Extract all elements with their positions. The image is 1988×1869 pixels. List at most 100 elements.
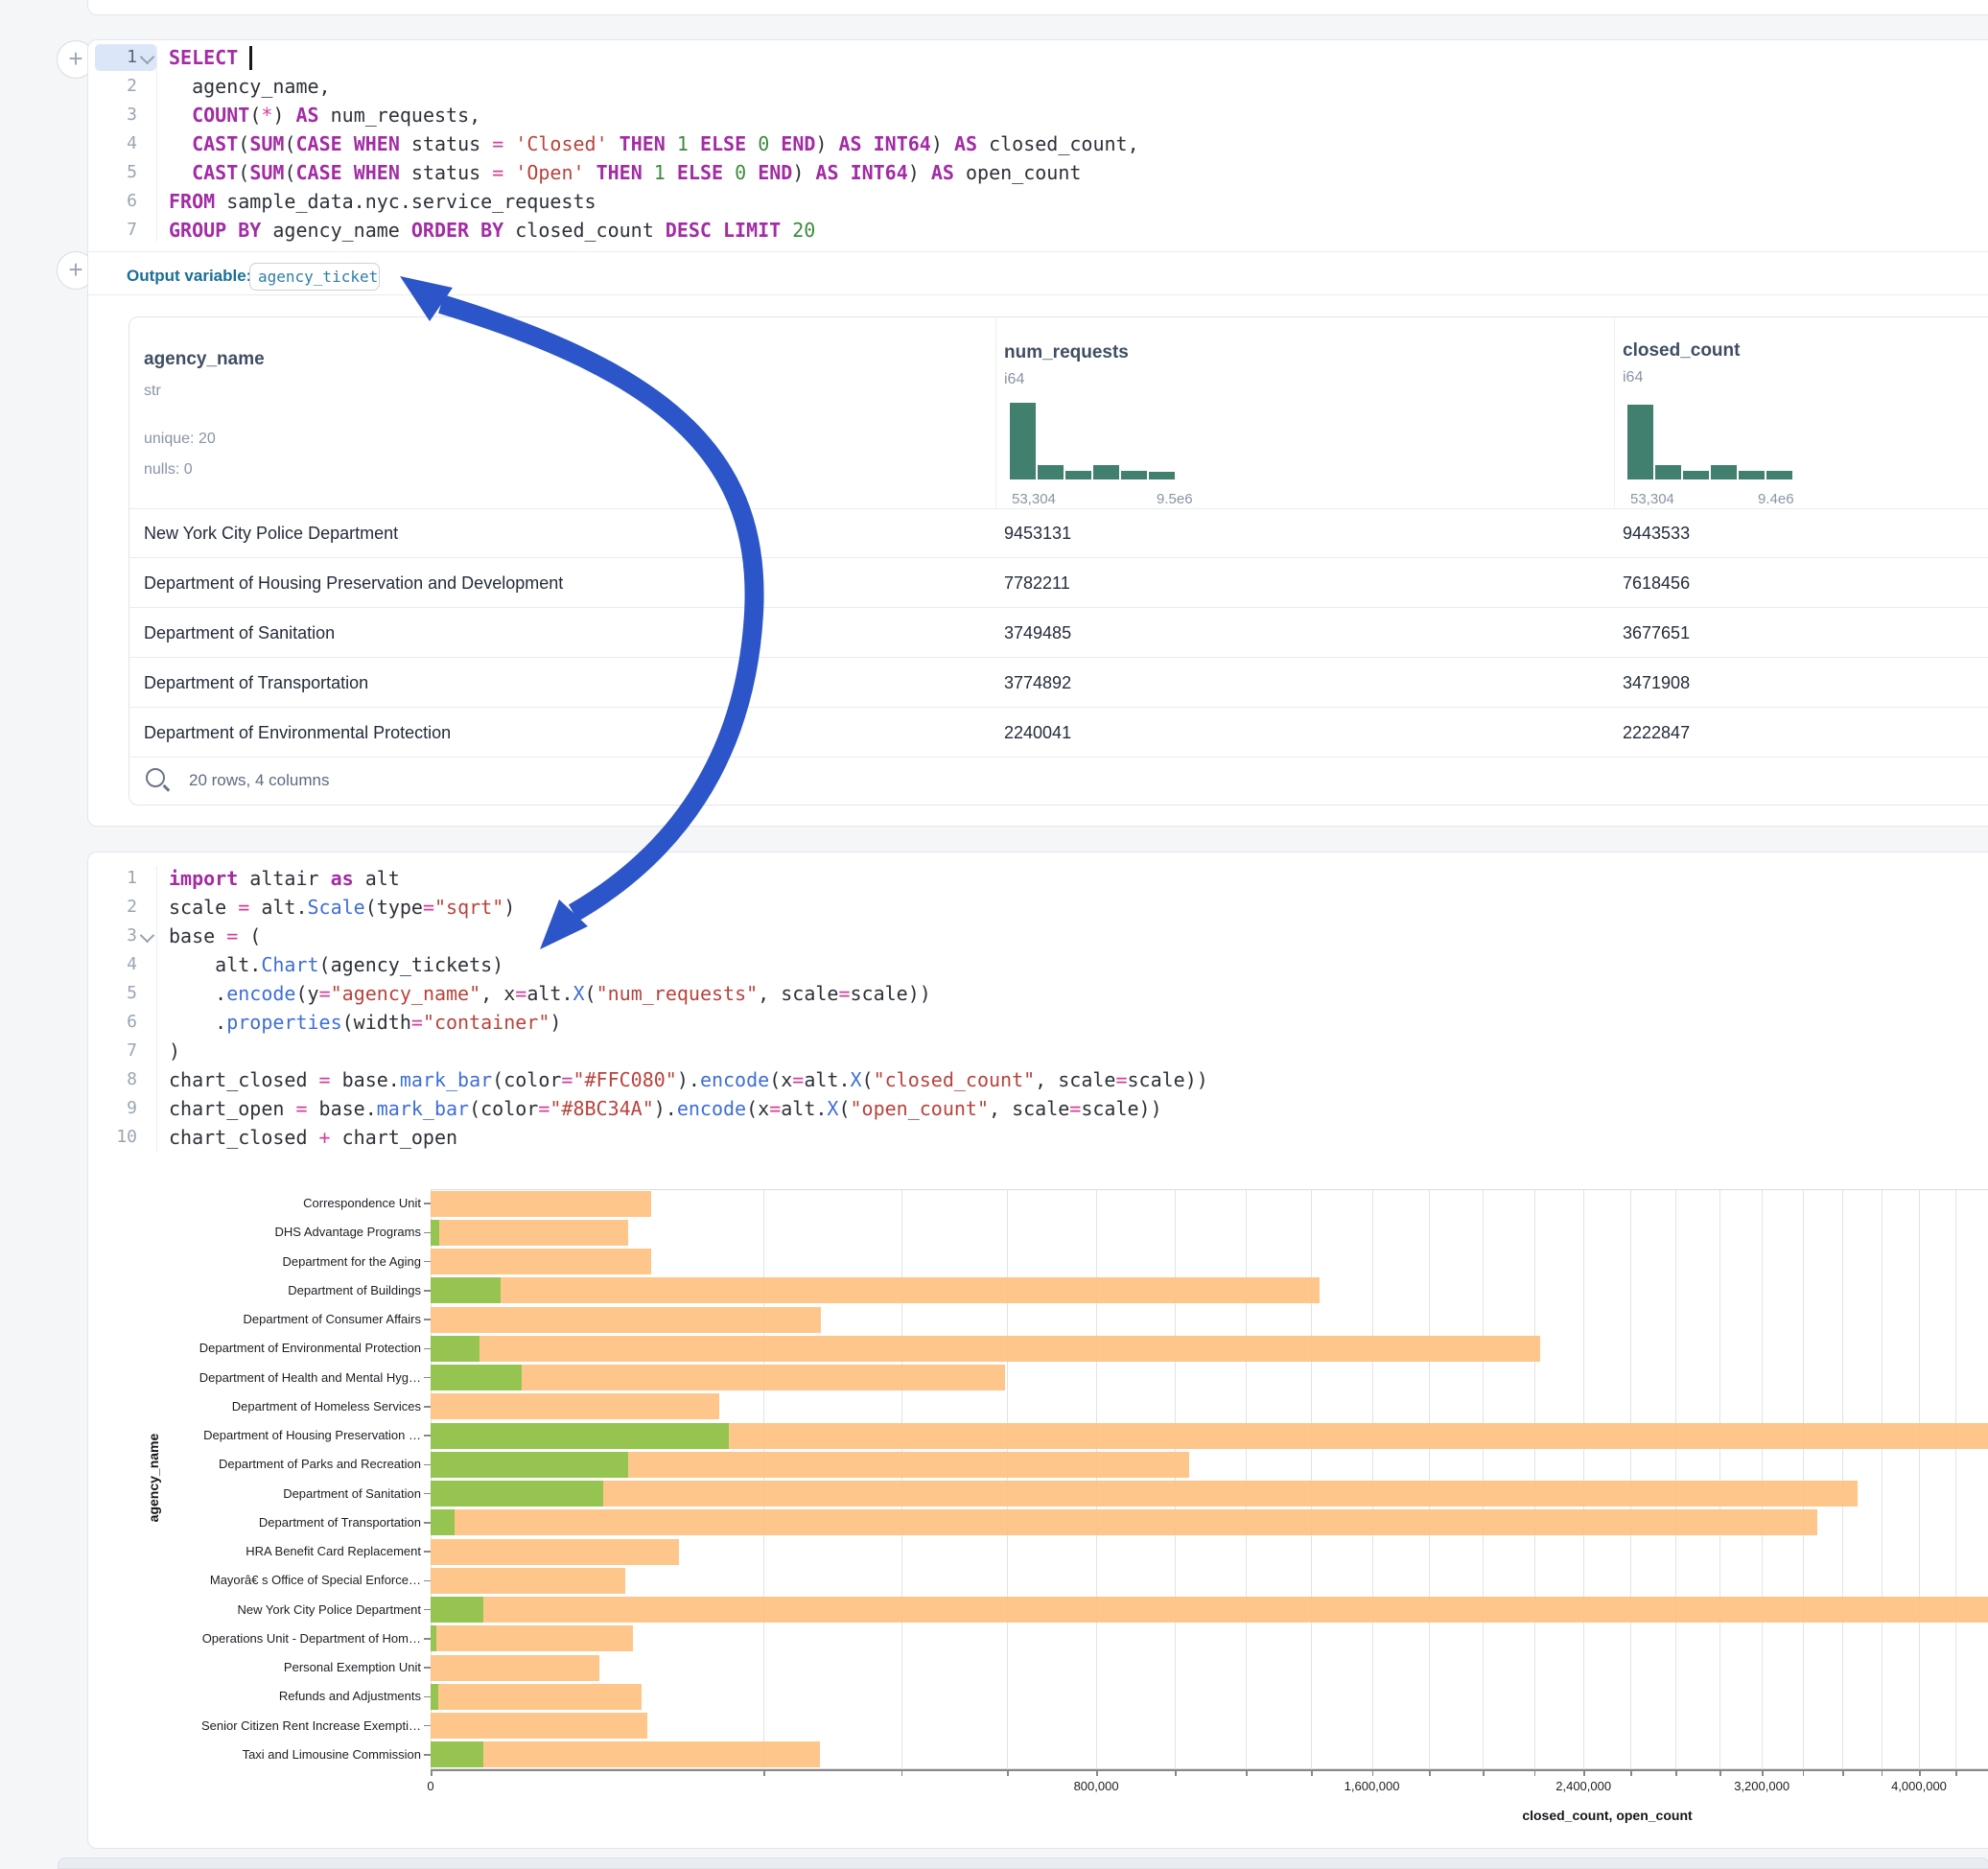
y-tick: [424, 1290, 431, 1292]
y-axis-label: HRA Benefit Card Replacement: [124, 1544, 421, 1558]
y-axis-label: Department of Parks and Recreation: [124, 1457, 421, 1471]
bar-closed_count: [431, 1277, 1320, 1303]
y-tick: [424, 1464, 431, 1466]
y-axis-label: Personal Exemption Unit: [124, 1660, 421, 1674]
plot-view-border: [431, 1189, 1988, 1769]
gridline: [1955, 1189, 1956, 1769]
bar-open_count: [431, 1365, 522, 1390]
bar-open_count: [431, 1741, 483, 1767]
bar-open_count: [431, 1220, 439, 1246]
y-tick: [424, 1435, 431, 1437]
y-axis-title: agency_name: [146, 1420, 161, 1535]
gridline: [1762, 1189, 1763, 1769]
gridline: [1803, 1189, 1804, 1769]
gridline: [1719, 1189, 1720, 1769]
y-axis-label: Department of Health and Mental Hyg…: [124, 1370, 421, 1385]
y-tick: [424, 1319, 431, 1320]
y-tick: [424, 1551, 431, 1553]
gridline: [1630, 1189, 1631, 1769]
y-axis-label: DHS Advantage Programs: [124, 1225, 421, 1239]
bar-closed_count: [431, 1393, 719, 1419]
bar-closed_count: [431, 1539, 679, 1565]
y-axis-label: Refunds and Adjustments: [124, 1689, 421, 1703]
gridline: [1311, 1189, 1312, 1769]
bar-closed_count: [431, 1191, 651, 1217]
notebook-page: { "ui": { "add_cell_label": "+", "output…: [0, 0, 1988, 1864]
y-tick: [424, 1348, 431, 1350]
gridline: [1007, 1189, 1008, 1769]
y-axis-label: Correspondence Unit: [124, 1196, 421, 1210]
y-tick: [424, 1667, 431, 1669]
x-tick-label: 4,000,000: [1852, 1779, 1986, 1793]
y-tick: [424, 1522, 431, 1524]
y-axis-label: Department for the Aging: [124, 1254, 421, 1269]
bar-closed_count: [431, 1509, 1817, 1535]
x-tick-label: 1,600,000: [1305, 1779, 1439, 1793]
y-tick: [424, 1725, 431, 1727]
bar-closed_count: [431, 1597, 1988, 1623]
gridline: [1882, 1189, 1883, 1769]
bar-closed_count: [431, 1307, 821, 1333]
bar-closed_count: [431, 1713, 647, 1739]
x-tick-label: 800,000: [1029, 1779, 1163, 1793]
bar-closed_count: [431, 1249, 651, 1274]
gridline: [1534, 1189, 1535, 1769]
y-tick: [424, 1638, 431, 1640]
bar-open_count: [431, 1481, 603, 1507]
y-tick: [424, 1377, 431, 1379]
bar-closed_count: [431, 1336, 1540, 1362]
y-tick: [424, 1203, 431, 1204]
x-axis-title: closed_count, open_count: [1492, 1808, 1722, 1823]
bar-open_count: [431, 1597, 483, 1623]
y-tick: [424, 1609, 431, 1611]
y-axis-label: Department of Buildings: [124, 1283, 421, 1297]
gridline: [1246, 1189, 1247, 1769]
gridline: [1675, 1189, 1676, 1769]
bar-closed_count: [431, 1568, 625, 1594]
gridline: [1583, 1189, 1584, 1769]
y-axis-label: Department of Sanitation: [124, 1486, 421, 1501]
y-axis-label: Department of Consumer Affairs: [124, 1312, 421, 1326]
y-axis-label: Senior Citizen Rent Increase Exempti…: [124, 1718, 421, 1733]
y-axis-label: Department of Environmental Protection: [124, 1341, 421, 1355]
bar-closed_count: [431, 1481, 1858, 1507]
gridline: [1483, 1189, 1484, 1769]
y-tick: [424, 1232, 431, 1234]
x-tick-label: 3,200,000: [1695, 1779, 1829, 1793]
y-tick: [424, 1493, 431, 1495]
y-axis-label: Mayorâ€ s Office of Special Enforce…: [124, 1573, 421, 1587]
bar-closed_count: [431, 1625, 633, 1651]
x-axis-line: [431, 1769, 1988, 1771]
bar-open_count: [431, 1684, 438, 1710]
gridline: [1429, 1189, 1430, 1769]
gridline: [1372, 1189, 1373, 1769]
x-tick-label: 2,400,000: [1516, 1779, 1650, 1793]
gridline: [901, 1189, 902, 1769]
y-axis-label: New York City Police Department: [124, 1602, 421, 1617]
bar-open_count: [431, 1277, 501, 1303]
y-axis-label: Department of Transportation: [124, 1515, 421, 1530]
bar-closed_count: [431, 1684, 642, 1710]
next-cell-partial: [58, 1857, 1988, 1869]
y-axis-label: Department of Homeless Services: [124, 1399, 421, 1413]
gridline: [1842, 1189, 1843, 1769]
gridline: [763, 1189, 764, 1769]
y-axis-label: Operations Unit - Department of Hom…: [124, 1631, 421, 1646]
bar-closed_count: [431, 1741, 820, 1767]
gridline: [1175, 1189, 1176, 1769]
y-tick: [424, 1580, 431, 1582]
bar-open_count: [431, 1336, 479, 1362]
y-axis-label: Taxi and Limousine Commission: [124, 1747, 421, 1762]
y-axis-label: Department of Housing Preservation …: [124, 1428, 421, 1442]
y-tick: [424, 1261, 431, 1263]
x-tick-label: 0: [363, 1779, 498, 1793]
bar-open_count: [431, 1625, 436, 1651]
bar-closed_count: [431, 1655, 599, 1681]
y-tick: [424, 1406, 431, 1408]
gridline: [1096, 1189, 1097, 1769]
bar-open_count: [431, 1509, 455, 1535]
bar-closed_count: [431, 1220, 628, 1246]
y-tick: [424, 1754, 431, 1756]
y-tick: [424, 1696, 431, 1698]
gridline: [1919, 1189, 1920, 1769]
